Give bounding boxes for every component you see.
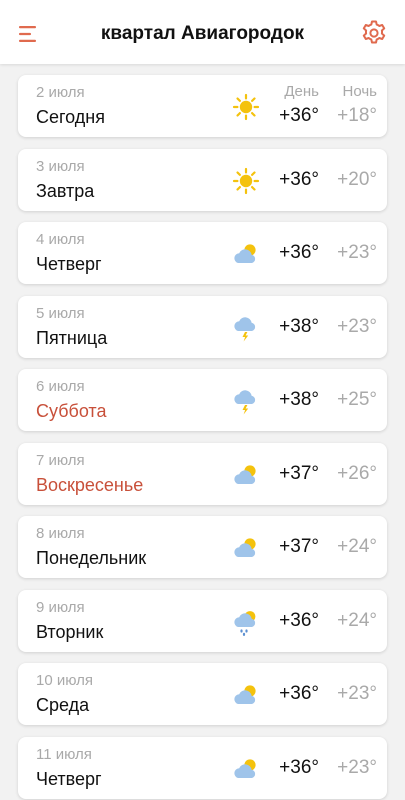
night-temperature: +25° (337, 389, 377, 410)
night-column-label: Ночь (342, 83, 377, 100)
forecast-day-card[interactable]: 8 июля Понедельник +37° +24° (18, 516, 387, 578)
forecast-day-name: Вторник (36, 621, 104, 642)
forecast-date: 11 июля (36, 745, 92, 763)
forecast-date: 3 июля (36, 157, 85, 175)
forecast-date: 6 июля (36, 378, 85, 395)
settings-button[interactable] (359, 18, 389, 48)
forecast-date: 7 июля (36, 451, 85, 469)
forecast-day-card[interactable]: 9 июля Вторник +36° +24° (18, 589, 387, 652)
day-temperature: +36° (279, 683, 319, 704)
night-temperature: +26° (337, 462, 377, 484)
partly-cloudy-icon (231, 239, 261, 269)
night-temperature: +20° (337, 168, 377, 190)
day-temperature: +36° (279, 242, 319, 263)
menu-button[interactable] (16, 20, 44, 48)
forecast-day-card[interactable]: 6 июля Суббота +38° +25° (18, 369, 387, 431)
forecast-day-name: Завтра (36, 180, 95, 201)
sun-icon (231, 92, 261, 122)
day-temperature: +36° (279, 609, 319, 631)
partly-cloudy-icon (231, 533, 261, 563)
hamburger-menu-icon (19, 26, 36, 42)
forecast-day-name: Среда (36, 695, 90, 715)
night-temperature: +23° (337, 683, 377, 704)
thunderstorm-icon (231, 386, 261, 416)
day-temperature: +37° (279, 536, 319, 557)
forecast-day-name: Понедельник (36, 548, 147, 568)
sun-icon (231, 166, 261, 196)
thunderstorm-icon (231, 313, 261, 343)
forecast-day-name: Четверг (36, 768, 102, 789)
forecast-day-name: Пятница (36, 327, 108, 348)
day-column-label: День (284, 83, 319, 100)
forecast-day-card[interactable]: 5 июля Пятница +38° +23° (18, 295, 387, 358)
forecast-day-card[interactable]: 4 июля Четверг +36° +23° (18, 222, 387, 284)
forecast-date: 8 июля (36, 525, 85, 542)
night-temperature: +23° (337, 315, 377, 337)
day-temperature: +36° (279, 168, 319, 190)
forecast-date: 2 июля (36, 84, 85, 101)
forecast-list: 2 июля Сегодня День Ночь +36° +18° 3 июля Завтр… (0, 64, 405, 800)
forecast-day-name: Сегодня (36, 107, 105, 127)
day-temperature: +37° (279, 462, 319, 484)
partly-cloudy-icon (231, 754, 261, 784)
night-temperature: +23° (337, 756, 377, 778)
forecast-date: 5 июля (36, 304, 85, 322)
night-temperature: +18° (337, 105, 377, 126)
forecast-day-card[interactable]: 3 июля Завтра +36° +20° (18, 148, 387, 211)
night-temperature: +24° (337, 536, 377, 557)
night-temperature: +24° (337, 609, 377, 631)
forecast-day-name: Воскресенье (36, 474, 144, 495)
day-temperature: +36° (279, 756, 319, 778)
forecast-date: 4 июля (36, 231, 85, 248)
forecast-day-name: Четверг (36, 254, 102, 274)
day-temperature: +38° (279, 389, 319, 410)
forecast-day-card[interactable]: 11 июля Четверг +36° +23° (18, 736, 387, 799)
sun-rain-icon (231, 607, 261, 637)
night-temperature: +23° (337, 242, 377, 263)
forecast-date: 10 июля (36, 672, 94, 689)
forecast-date: 9 июля (36, 598, 85, 616)
gear-icon (362, 20, 386, 44)
forecast-day-card[interactable]: 2 июля Сегодня День Ночь +36° +18° (18, 75, 387, 137)
day-temperature: +36° (279, 105, 319, 126)
day-temperature: +38° (279, 315, 319, 337)
partly-cloudy-icon (231, 460, 261, 490)
forecast-day-card[interactable]: 7 июля Воскресенье +37° +26° (18, 442, 387, 505)
forecast-day-name: Суббота (36, 401, 107, 421)
partly-cloudy-icon (231, 680, 261, 710)
forecast-day-card[interactable]: 10 июля Среда +36° +23° (18, 663, 387, 725)
location-title[interactable]: квартал Авиагородок (60, 20, 345, 48)
app-header: квартал Авиагородок (0, 0, 405, 64)
